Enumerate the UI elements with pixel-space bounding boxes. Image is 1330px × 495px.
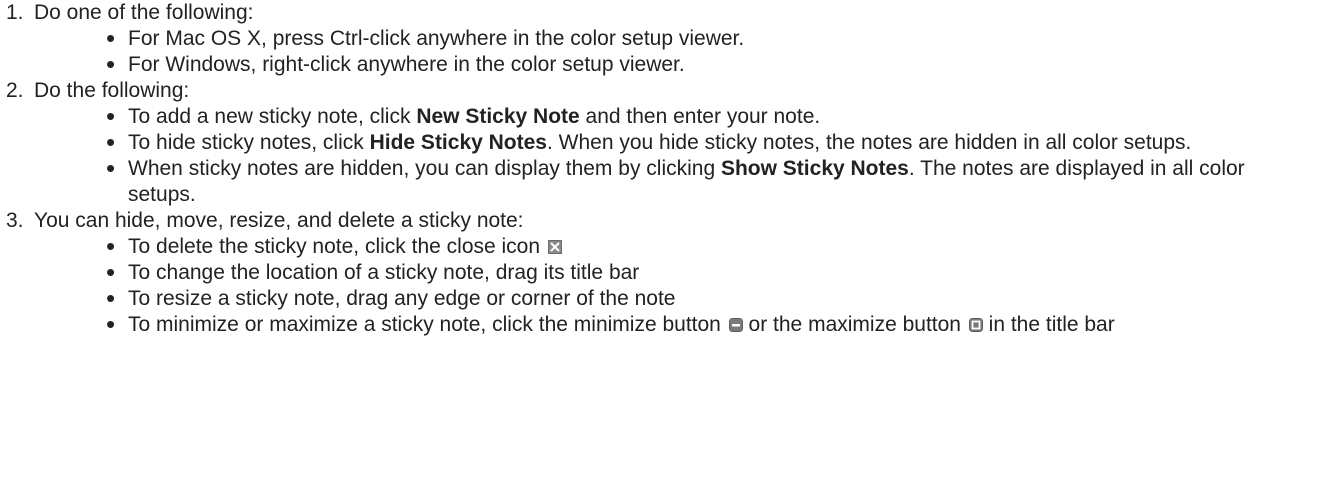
- menu-command-hide-sticky-notes: Hide Sticky Notes: [369, 131, 547, 154]
- bullet-icon: •: [106, 309, 116, 339]
- bullet-icon: •: [106, 23, 116, 53]
- step-text: Do one of the following:: [34, 1, 254, 24]
- list-item: • To add a new sticky note, click New St…: [34, 101, 1318, 131]
- close-icon: [547, 240, 562, 254]
- bullet-text-pre: When sticky notes are hidden, you can di…: [128, 157, 721, 180]
- bullet-text: To resize a sticky note, drag any edge o…: [128, 287, 676, 310]
- step-text: You can hide, move, resize, and delete a…: [34, 209, 524, 232]
- bullet-list: • To add a new sticky note, click New St…: [34, 101, 1330, 208]
- list-item: • To resize a sticky note, drag any edge…: [34, 283, 1318, 313]
- bullet-icon: •: [106, 283, 116, 313]
- list-item: • To change the location of a sticky not…: [34, 257, 1318, 287]
- bullet-list: • To delete the sticky note, click the c…: [34, 231, 1330, 339]
- step-number: 1.: [6, 1, 24, 24]
- list-item: • To minimize or maximize a sticky note,…: [34, 309, 1318, 339]
- bullet-text-pre: To hide sticky notes, click: [128, 131, 370, 154]
- bullet-text-post: and then enter your note.: [579, 105, 821, 128]
- bullet-text: To change the location of a sticky note,…: [128, 261, 640, 284]
- list-item: • To hide sticky notes, click Hide Stick…: [34, 127, 1318, 157]
- bullet-text-pre: To add a new sticky note, click: [128, 105, 417, 128]
- bullet-text: For Mac OS X, press Ctrl-click anywhere …: [128, 27, 745, 50]
- bullet-icon: •: [106, 153, 116, 183]
- bullet-list: • For Mac OS X, press Ctrl-click anywher…: [34, 23, 1330, 79]
- bullet-icon: •: [106, 49, 116, 79]
- steps-list: 1. Do one of the following: • For Mac OS…: [0, 0, 1330, 338]
- maximize-icon: [968, 318, 983, 332]
- bullet-text-post: in the title bar: [982, 313, 1115, 336]
- bullet-text: For Windows, right-click anywhere in the…: [128, 53, 685, 76]
- bullet-text-pre: To delete the sticky note, click the clo…: [128, 235, 541, 258]
- step-1: 1. Do one of the following: • For Mac OS…: [0, 0, 1330, 78]
- step-number: 3.: [6, 209, 24, 232]
- bullet-text-post: . When you hide sticky notes, the notes …: [547, 131, 1192, 154]
- list-item: • For Mac OS X, press Ctrl-click anywher…: [34, 23, 1318, 53]
- minimize-icon: [728, 318, 743, 332]
- menu-command-show-sticky-notes: Show Sticky Notes: [720, 157, 909, 180]
- instructions-document: 1. Do one of the following: • For Mac OS…: [0, 0, 1330, 495]
- bullet-icon: •: [106, 101, 116, 131]
- list-item: • When sticky notes are hidden, you can …: [34, 153, 1318, 208]
- step-3: 3. You can hide, move, resize, and delet…: [0, 208, 1330, 338]
- bullet-text-pre: To minimize or maximize a sticky note, c…: [128, 313, 721, 336]
- bullet-icon: •: [106, 257, 116, 287]
- menu-command-new-sticky-note: New Sticky Note: [416, 105, 580, 128]
- list-item: • For Windows, right-click anywhere in t…: [34, 49, 1318, 79]
- list-item: • To delete the sticky note, click the c…: [34, 231, 1318, 261]
- step-2: 2. Do the following: • To add a new stic…: [0, 78, 1330, 208]
- bullet-icon: •: [106, 231, 116, 261]
- step-number: 2.: [6, 79, 24, 102]
- bullet-icon: •: [106, 127, 116, 157]
- bullet-text-mid: or the maximize button: [742, 313, 961, 336]
- step-text: Do the following:: [34, 79, 190, 102]
